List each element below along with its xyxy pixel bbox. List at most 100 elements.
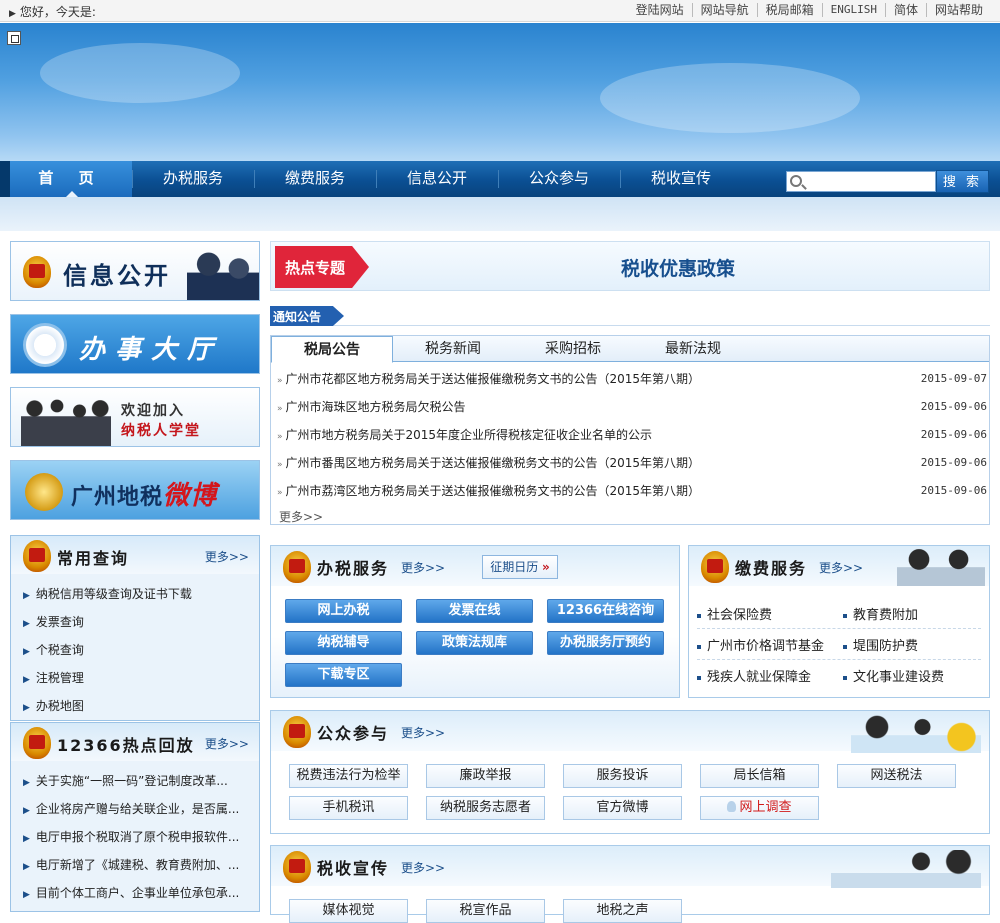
panel-header: 公众参与 更多>> (271, 711, 989, 753)
nav-tax-promotion[interactable]: 税收宣传 (620, 161, 742, 197)
more-link[interactable]: 更多>> (205, 548, 249, 565)
tab-procurement[interactable]: 采购招标 (513, 336, 633, 362)
nav-tax-service[interactable]: 办税服务 (132, 161, 254, 197)
mobile-tax-news-button[interactable]: 手机税讯 (289, 796, 408, 820)
nav-public-participation[interactable]: 公众参与 (498, 161, 620, 197)
sub-nav-strip (0, 197, 1000, 231)
list-item[interactable]: ▶ 企业将房产赠与给关联企业，是否属... (23, 795, 259, 823)
bullet-icon: ▶ (23, 591, 30, 601)
english-link[interactable]: ENGLISH (821, 3, 885, 17)
news-title[interactable]: 广州市地方税务局关于2015年度企业所得税核定征收企业名单的公示 (286, 428, 653, 442)
tab-bureau-notice[interactable]: 税局公告 (271, 336, 393, 363)
online-survey-button[interactable]: 网上调查 (700, 796, 819, 820)
policy-library-button[interactable]: 政策法规库 (416, 631, 533, 655)
info-public-banner[interactable]: 信息公开 (10, 241, 260, 301)
list-item[interactable]: ▶ 目前个体工商户、企事业单位承包承... (23, 879, 259, 907)
search-button[interactable]: 搜 索 (936, 170, 989, 193)
news-item[interactable]: » 广州市海珠区地方税务局欠税公告 2015-09-06 (277, 395, 987, 423)
volunteer-button[interactable]: 纳税服务志愿者 (426, 796, 545, 820)
fee-item-label: 教育费附加 (853, 608, 919, 623)
invoice-online-button[interactable]: 发票在线 (416, 599, 533, 623)
online-tax-button[interactable]: 网上办税 (285, 599, 402, 623)
nav-fee-service[interactable]: 缴费服务 (254, 161, 376, 197)
news-title[interactable]: 广州市海珠区地方税务局欠税公告 (286, 400, 466, 414)
panel-header: 办税服务 更多>> 征期日历 » (271, 546, 679, 586)
director-mailbox-button[interactable]: 局长信箱 (700, 764, 819, 788)
media-vision-button[interactable]: 媒体视觉 (289, 899, 408, 923)
main-nav: 首 页 办税服务 缴费服务 信息公开 公众参与 税收宣传 搜 索 (0, 161, 1000, 197)
calendar-label: 征期日历 (490, 560, 539, 574)
more-link[interactable]: 更多>> (401, 859, 445, 876)
hot-topic-banner[interactable]: 热点专题 税收优惠政策 (270, 241, 990, 291)
more-link[interactable]: 更多>> (205, 735, 249, 752)
taxpayer-school-banner[interactable]: 欢迎加入 纳税人学堂 (10, 387, 260, 447)
help-link[interactable]: 网站帮助 (925, 3, 991, 17)
tax-law-delivery-button[interactable]: 网送税法 (837, 764, 956, 788)
hall-appointment-button[interactable]: 办税服务厅预约 (547, 631, 664, 655)
list-item[interactable]: ▶ 纳税信用等级查询及证书下载 (23, 580, 259, 608)
list-item[interactable]: ▶ 电厅新增了《城建税、教育费附加、... (23, 851, 259, 879)
service-complaint-button[interactable]: 服务投诉 (563, 764, 682, 788)
fee-item[interactable]: 堤围防护费 (843, 635, 918, 654)
lightbulb-icon (727, 801, 737, 812)
tab-tax-news[interactable]: 税务新闻 (393, 336, 513, 362)
news-item[interactable]: » 广州市地方税务局关于2015年度企业所得税核定征收企业名单的公示 2015-09… (277, 423, 987, 451)
simplified-link[interactable]: 简体 (884, 3, 926, 17)
tax-guidance-button[interactable]: 纳税辅导 (285, 631, 402, 655)
news-item[interactable]: » 广州市番禺区地方税务局关于送达催报催缴税务文书的公告（2015年第八期） 201… (277, 451, 987, 479)
consult-12366-button[interactable]: 12366在线咨询 (547, 599, 664, 623)
nav-info-public[interactable]: 信息公开 (376, 161, 498, 197)
tax-calendar-button[interactable]: 征期日历 » (482, 555, 558, 579)
list-item[interactable]: ▶ 办税地图 (23, 692, 259, 720)
fee-item[interactable]: 社会保险费 (697, 604, 772, 623)
site-nav-link[interactable]: 网站导航 (691, 3, 757, 17)
bullet-icon (697, 613, 701, 618)
fee-item[interactable]: 广州市价格调节基金 (697, 635, 824, 654)
more-link[interactable]: 更多>> (401, 559, 445, 576)
fee-item-label: 社会保险费 (707, 608, 773, 623)
search-input[interactable] (786, 171, 936, 192)
nav-left-edge (0, 161, 10, 197)
notice-tag-label: 通知公告 (273, 310, 322, 324)
news-item[interactable]: » 广州市荔湾区地方税务局关于送达催报催缴税务文书的公告（2015年第八期） 201… (277, 479, 987, 507)
common-query-box: 常用查询 更多>> ▶ 纳税信用等级查询及证书下载 ▶ 发票查询 ▶ 个税查询 ▶ 注税… (10, 535, 260, 721)
staff-image (831, 850, 981, 888)
service-hall-banner[interactable]: 办事大厅 (10, 314, 260, 374)
hotline-list: ▶ 关于实施“一照一码”登记制度改革... ▶ 企业将房产赠与给关联企业，是否属..… (11, 761, 259, 907)
bullet-icon: ▶ (23, 834, 30, 844)
list-item[interactable]: ▶ 注税管理 (23, 664, 259, 692)
fee-row: 社会保险费 教育费附加 (697, 598, 981, 629)
news-title[interactable]: 广州市荔湾区地方税务局关于送达催报催缴税务文书的公告（2015年第八期） (286, 484, 701, 498)
list-item[interactable]: ▶ 发票查询 (23, 608, 259, 636)
promo-works-button[interactable]: 税宣作品 (426, 899, 545, 923)
official-weibo-button[interactable]: 官方微博 (563, 796, 682, 820)
integrity-report-button[interactable]: 廉政举报 (426, 764, 545, 788)
report-violation-button[interactable]: 税费违法行为检举 (289, 764, 408, 788)
bullet-icon: ▶ (23, 778, 30, 788)
news-item[interactable]: » 广州市花都区地方税务局关于送达催报催缴税务文书的公告（2015年第八期） 201… (277, 367, 987, 395)
fee-item[interactable]: 残疾人就业保障金 (697, 666, 811, 685)
public-participation-panel: 公众参与 更多>> 税费违法行为检举 廉政举报 服务投诉 局长信箱 网送税法 手… (270, 710, 990, 834)
fee-item[interactable]: 文化事业建设费 (843, 666, 944, 685)
list-item[interactable]: ▶ 个税查询 (23, 636, 259, 664)
tab-latest-regulations[interactable]: 最新法规 (633, 336, 753, 362)
download-zone-button[interactable]: 下载专区 (285, 663, 402, 687)
more-link[interactable]: 更多>> (819, 559, 863, 576)
list-item-label: 目前个体工商户、企事业单位承包承... (35, 886, 240, 900)
news-title[interactable]: 广州市番禺区地方税务局关于送达催报催缴税务文书的公告（2015年第八期） (286, 456, 701, 470)
list-item[interactable]: ▶ 电厅申报个税取消了原个税申报软件... (23, 823, 259, 851)
weibo-banner[interactable]: 广州地税微博 (10, 460, 260, 520)
tax-emblem-icon (283, 851, 311, 883)
list-item[interactable]: ▶ 关于实施“一照一码”登记制度改革... (23, 767, 259, 795)
notice-more-link[interactable]: 更多>> (279, 508, 323, 525)
panel-title: 税收宣传 (317, 859, 390, 878)
notice-tabs: 税局公告 税务新闻 采购招标 最新法规 (271, 336, 989, 363)
hot-topic-title[interactable]: 税收优惠政策 (621, 254, 735, 281)
fee-item-label: 广州市价格调节基金 (707, 639, 825, 654)
mailbox-link[interactable]: 税局邮箱 (756, 3, 822, 17)
login-link[interactable]: 登陆网站 (628, 3, 692, 17)
more-link[interactable]: 更多>> (401, 724, 445, 741)
fee-item[interactable]: 教育费附加 (843, 604, 918, 623)
news-title[interactable]: 广州市花都区地方税务局关于送达催报催缴税务文书的公告（2015年第八期） (286, 372, 701, 386)
tax-voice-button[interactable]: 地税之声 (563, 899, 682, 923)
